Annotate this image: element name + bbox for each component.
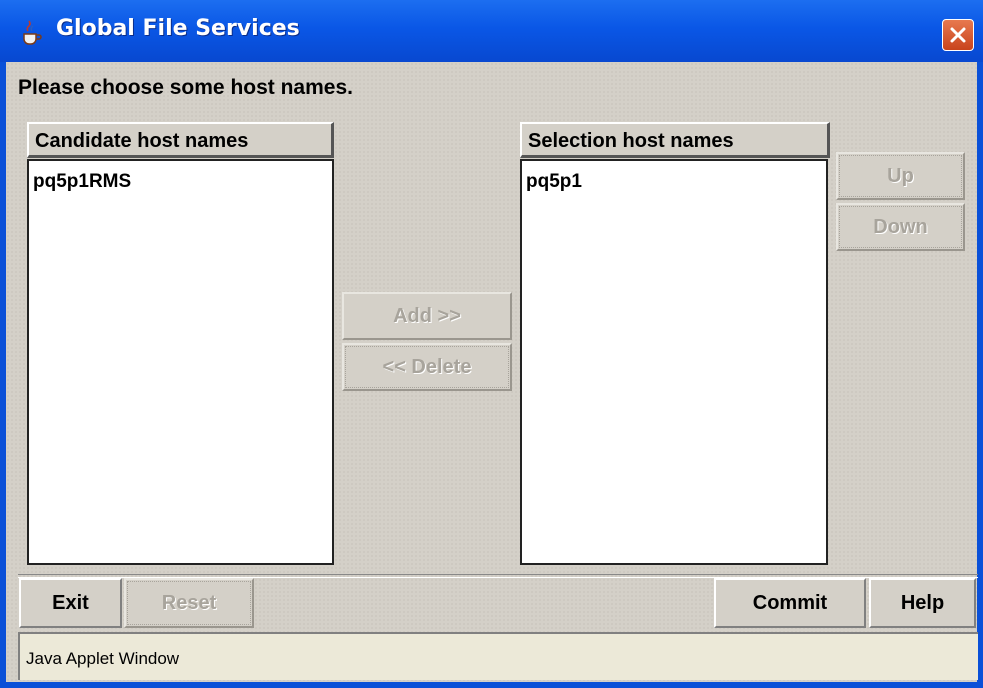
java-coffee-icon [18,20,44,46]
up-button[interactable]: Up [836,152,965,200]
selection-list-item[interactable]: pq5p1 [526,171,582,193]
commit-button[interactable]: Commit [714,578,866,628]
help-button[interactable]: Help [869,578,976,628]
window-title: Global File Services [56,16,300,41]
delete-button[interactable]: << Delete [342,343,512,391]
title-bar[interactable]: Global File Services [0,0,983,62]
down-button[interactable]: Down [836,203,965,251]
instruction-label: Please choose some host names. [18,76,353,99]
selection-list-header: Selection host names [520,122,830,158]
candidate-list-header: Candidate host names [27,122,334,158]
candidate-host-list[interactable]: pq5p1RMS [27,159,334,565]
reset-button[interactable]: Reset [124,578,254,628]
add-button[interactable]: Add >> [342,292,512,340]
candidate-list-item[interactable]: pq5p1RMS [33,171,131,193]
close-button[interactable] [942,19,974,51]
applet-status-bar: Java Applet Window [18,632,978,680]
exit-button[interactable]: Exit [19,578,122,628]
selection-host-list[interactable]: pq5p1 [520,159,828,565]
